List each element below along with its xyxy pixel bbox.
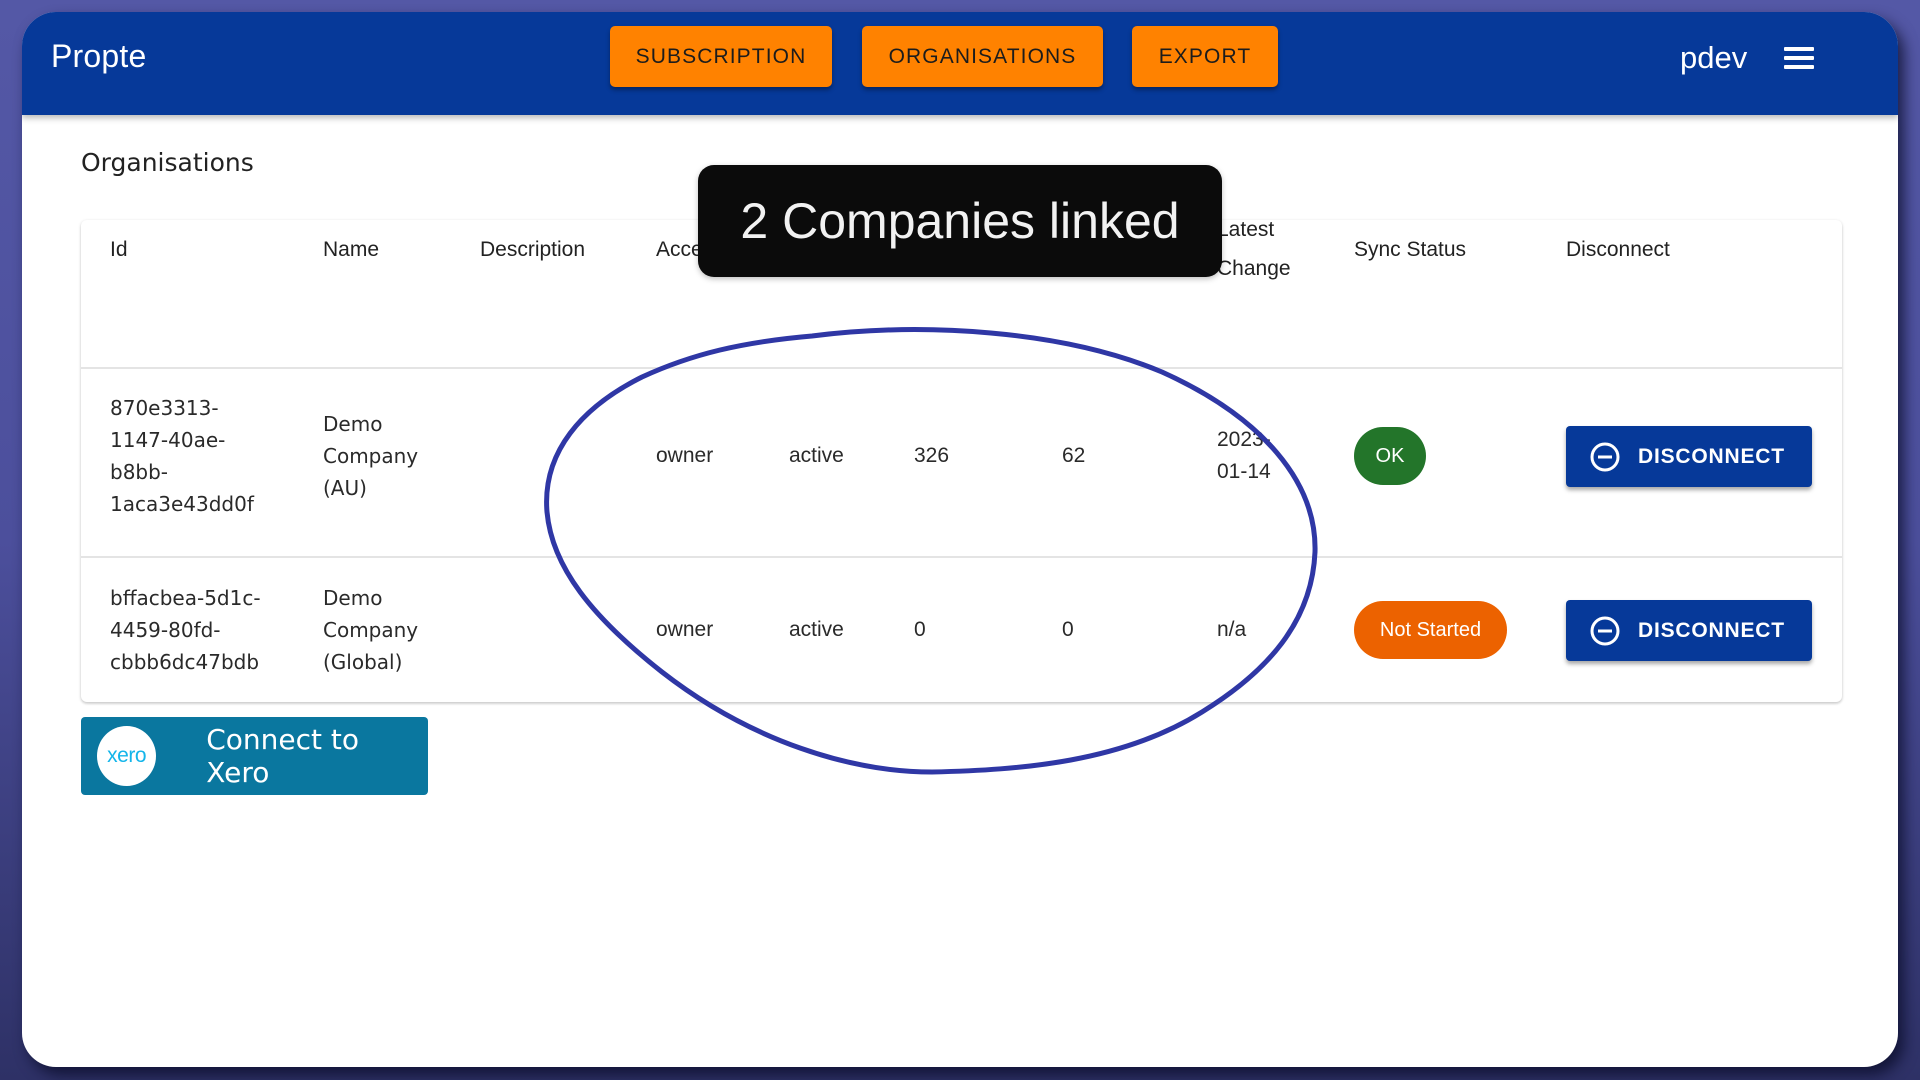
org-name: Demo Company (Global) (323, 582, 418, 678)
org-id-line: bffacbea-5d1c- (110, 586, 261, 610)
org-name-line: Company (323, 444, 419, 468)
hamburger-menu-icon[interactable] (1784, 47, 1814, 69)
org-name: Demo Company (AU) (323, 408, 418, 504)
app-bar: Propte SUBSCRIPTION ORGANISATIONS EXPORT… (22, 12, 1898, 115)
org-id-line: 1147-40ae- (110, 428, 226, 452)
org-id-line: 4459-80fd- (110, 618, 221, 642)
org-status: active (789, 444, 844, 467)
org-status: active (789, 618, 844, 641)
org-latest-change: 2023- 01-14 (1217, 424, 1271, 488)
org-id[interactable]: 870e3313- 1147-40ae- b8bb- 1aca3e43dd0f (110, 392, 254, 520)
org-latest-change: n/a (1217, 618, 1247, 641)
org-name-line: Demo (323, 412, 383, 436)
brand-logo[interactable]: Propte (51, 38, 146, 75)
menu-bar (1784, 47, 1814, 51)
row-divider (81, 367, 1842, 369)
sync-status-badge: OK (1354, 427, 1426, 485)
column-header-disconnect: Disconnect (1566, 238, 1670, 261)
row-divider (81, 556, 1842, 558)
menu-bar (1784, 65, 1814, 69)
column-header-change: Change (1217, 257, 1291, 280)
disconnect-button-label: DISCONNECT (1638, 618, 1785, 642)
column-header-id: Id (110, 238, 128, 261)
xero-logo-icon: xero (97, 726, 157, 786)
org-id-line: 1aca3e43dd0f (110, 492, 254, 516)
app-window: Propte SUBSCRIPTION ORGANISATIONS EXPORT… (22, 12, 1898, 1067)
subscription-button[interactable]: SUBSCRIPTION (610, 26, 832, 87)
page-title: Organisations (81, 148, 254, 177)
org-accounts: 0 (1062, 618, 1074, 641)
org-name-line: (Global) (323, 650, 403, 674)
column-header-name: Name (323, 238, 380, 261)
org-id[interactable]: bffacbea-5d1c- 4459-80fd- cbbb6dc47bdb (110, 582, 261, 678)
toast-notification: 2 Companies linked (698, 165, 1222, 277)
menu-bar (1784, 56, 1814, 60)
org-access: owner (656, 444, 714, 467)
disconnect-button-label: DISCONNECT (1638, 444, 1785, 468)
connect-to-xero-button[interactable]: xero Connect to Xero (81, 717, 428, 795)
org-id-line: 870e3313- (110, 396, 219, 420)
username: pdev (1680, 40, 1748, 75)
organisations-table: Id Name Description Access Org Status Jo… (81, 218, 1842, 702)
sync-status-badge: Not Started (1354, 601, 1507, 659)
org-id-line: b8bb- (110, 460, 169, 484)
column-header-sync-status: Sync Status (1354, 238, 1467, 261)
remove-circle-icon (1590, 616, 1620, 645)
org-name-line: Demo (323, 586, 383, 610)
disconnect-button[interactable]: DISCONNECT (1566, 426, 1812, 487)
connect-to-xero-label: Connect to Xero (206, 723, 359, 789)
org-id-line: cbbb6dc47bdb (110, 650, 260, 674)
organisations-button[interactable]: ORGANISATIONS (862, 26, 1103, 87)
org-name-line: Company (323, 618, 419, 642)
org-journals: 326 (914, 444, 950, 467)
org-access: owner (656, 618, 714, 641)
org-accounts: 62 (1062, 444, 1086, 467)
export-button[interactable]: EXPORT (1132, 26, 1278, 87)
disconnect-button[interactable]: DISCONNECT (1566, 600, 1812, 661)
latest-change-line: 01-14 (1217, 460, 1271, 483)
latest-change-line: 2023- (1217, 428, 1271, 451)
column-header-latest: Latest (1217, 218, 1275, 241)
org-name-line: (AU) (323, 476, 367, 500)
org-journals: 0 (914, 618, 926, 641)
column-header-description: Description (480, 238, 586, 261)
remove-circle-icon (1590, 442, 1620, 471)
